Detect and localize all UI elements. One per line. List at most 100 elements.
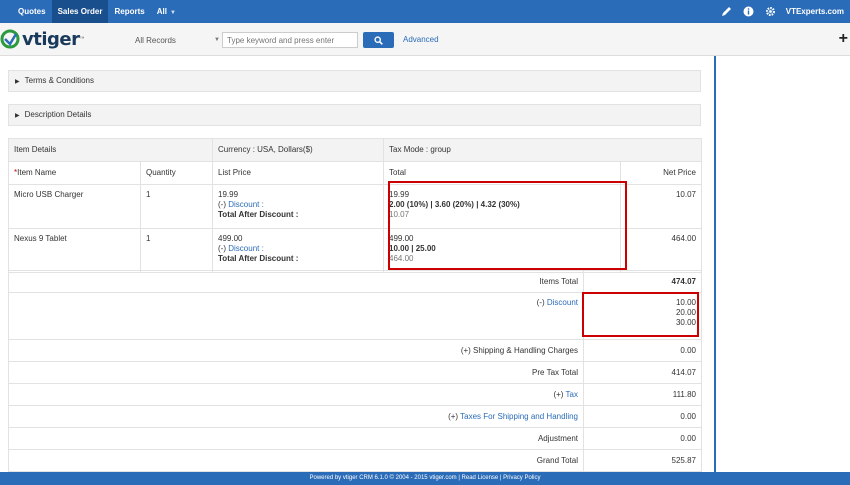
company-name[interactable]: VTExperts.com	[786, 7, 844, 16]
top-nav: Quotes Sales Order Reports All ▼ VTExpert…	[0, 0, 850, 23]
nav-all-menu[interactable]: All ▼	[151, 0, 182, 23]
adjustment-row: Adjustment 0.00	[8, 427, 702, 450]
grand-total-label: Grand Total	[8, 449, 584, 472]
discount-value: 20.00	[675, 308, 696, 317]
shipping-tax-prefix: (+)	[448, 412, 461, 421]
col-net-price: Net Price	[620, 161, 703, 185]
footer: Powered by vtiger CRM 6.1.0 © 2004 - 201…	[0, 472, 850, 485]
item-total-after-discount: 10.07	[389, 210, 410, 219]
info-icon[interactable]	[743, 6, 755, 18]
shipping-tax-link[interactable]: Taxes For Shipping and Handling	[460, 412, 578, 421]
col-list-price: List Price	[212, 161, 385, 185]
tax-link[interactable]: Tax	[566, 390, 578, 399]
search-input[interactable]	[222, 32, 358, 48]
table-row: Nexus 9 Tablet 1 499.00 (-) Discount : T…	[8, 228, 703, 273]
terms-conditions-section[interactable]: ▶ Terms & Conditions	[8, 70, 701, 92]
item-total-cell: 499.00 10.00 | 25.00 464.00	[383, 228, 622, 273]
header-bar: vtiger™ All Records ▼ Advanced +	[0, 23, 850, 56]
items-total-row: Items Total 474.07	[8, 270, 702, 293]
col-quantity: Quantity	[139, 161, 214, 185]
item-net-price: 464.00	[620, 228, 703, 273]
shipping-row: (+) Shipping & Handling Charges 0.00	[8, 339, 702, 362]
discount-row: (-) Discount 10.00 20.00 30.00	[8, 292, 702, 340]
overall-discount-link[interactable]: Discount	[547, 298, 578, 307]
discount-prefix: (-)	[218, 244, 229, 253]
col-item-name-label: Item Name	[17, 168, 57, 177]
item-details-table: Item Details Currency : USA, Dollars($) …	[7, 138, 703, 273]
chevron-down-icon: ▼	[169, 10, 176, 16]
shipping-tax-label-cell: (+) Taxes For Shipping and Handling	[8, 405, 584, 428]
table-row: Micro USB Charger 1 19.99 (-) Discount :…	[8, 184, 703, 229]
item-name: Micro USB Charger	[8, 184, 141, 229]
total-after-discount-label: Total After Discount :	[218, 254, 299, 263]
panel-divider	[714, 56, 716, 472]
shipping-value: 0.00	[583, 339, 702, 362]
item-name: Nexus 9 Tablet	[8, 228, 141, 273]
discount-value: 10.00	[675, 298, 696, 307]
item-discount-link[interactable]: Discount :	[228, 244, 264, 253]
description-details-section[interactable]: ▶ Description Details	[8, 104, 701, 126]
discount-prefix: (-)	[218, 200, 229, 209]
item-list-price-cell: 19.99 (-) Discount : Total After Discoun…	[212, 184, 385, 229]
nav-quotes[interactable]: Quotes	[0, 0, 52, 23]
vtiger-logo[interactable]: vtiger ™	[0, 27, 84, 51]
totals-table: Items Total 474.07 (-) Discount 10.00 20…	[8, 270, 702, 472]
discount-values-cell: 10.00 20.00 30.00	[583, 292, 702, 340]
records-filter-value: All Records	[135, 36, 176, 45]
discount-label-cell: (-) Discount	[8, 292, 584, 340]
vtiger-logo-icon	[0, 29, 20, 49]
records-filter-select[interactable]: All Records ▼	[130, 33, 222, 48]
item-total: 499.00	[389, 234, 414, 243]
item-quantity: 1	[139, 184, 214, 229]
item-list-price: 499.00	[218, 234, 243, 243]
pre-tax-label: Pre Tax Total	[8, 361, 584, 384]
item-quantity: 1	[139, 228, 214, 273]
nav-right-tools: VTExperts.com	[716, 0, 850, 23]
adjustment-label: Adjustment	[8, 427, 584, 450]
nav-sales-order[interactable]: Sales Order	[51, 0, 109, 23]
adjustment-value: 0.00	[583, 427, 702, 450]
terms-conditions-label: Terms & Conditions	[24, 76, 94, 85]
nav-reports[interactable]: Reports	[108, 0, 150, 23]
search-icon	[374, 35, 383, 45]
caret-right-icon: ▶	[15, 113, 20, 119]
total-after-discount-label: Total After Discount :	[218, 210, 299, 219]
shipping-tax-row: (+) Taxes For Shipping and Handling 0.00	[8, 405, 702, 428]
grand-total-row: Grand Total 525.87	[8, 449, 702, 472]
item-total-cell: 19.99 2.00 (10%) | 3.60 (20%) | 4.32 (30…	[383, 184, 622, 229]
description-details-label: Description Details	[24, 110, 92, 119]
item-total-after-discount: 464.00	[389, 254, 414, 263]
tax-prefix: (+)	[553, 390, 566, 399]
col-total: Total	[383, 161, 622, 185]
item-discount-breakdown: 2.00 (10%) | 3.60 (20%) | 4.32 (30%)	[389, 200, 520, 209]
currency-label: Currency : USA, Dollars($)	[212, 138, 385, 162]
col-item-name: *Item Name	[8, 161, 141, 185]
grand-total-value: 525.87	[583, 449, 702, 472]
gear-icon[interactable]	[765, 6, 777, 18]
item-discount-breakdown: 10.00 | 25.00	[389, 244, 436, 253]
advanced-search-link[interactable]: Advanced	[403, 32, 439, 48]
items-total-value: 474.07	[583, 270, 702, 293]
search-button[interactable]	[363, 32, 394, 48]
logo-text: vtiger	[22, 28, 80, 50]
caret-right-icon: ▶	[15, 79, 20, 85]
column-header-row: *Item Name Quantity List Price Total Net…	[8, 161, 703, 185]
nav-all-label: All	[156, 7, 167, 16]
pre-tax-value: 414.07	[583, 361, 702, 384]
tax-row: (+) Tax 111.80	[8, 383, 702, 406]
trademark-mark: ™	[79, 36, 85, 42]
item-list-price-cell: 499.00 (-) Discount : Total After Discou…	[212, 228, 385, 273]
item-total: 19.99	[389, 190, 410, 199]
plus-icon[interactable]: +	[839, 31, 848, 47]
tax-value: 111.80	[583, 383, 702, 406]
items-total-label: Items Total	[8, 270, 584, 293]
tax-mode-label: Tax Mode : group	[383, 138, 703, 162]
discount-value: 30.00	[675, 318, 696, 327]
table-header-row: Item Details Currency : USA, Dollars($) …	[7, 138, 703, 162]
shipping-label: (+) Shipping & Handling Charges	[8, 339, 584, 362]
item-discount-link[interactable]: Discount :	[228, 200, 264, 209]
discount-prefix: (-)	[536, 298, 547, 307]
pre-tax-row: Pre Tax Total 414.07	[8, 361, 702, 384]
pencil-icon[interactable]	[721, 6, 733, 18]
item-list-price: 19.99	[218, 190, 239, 199]
